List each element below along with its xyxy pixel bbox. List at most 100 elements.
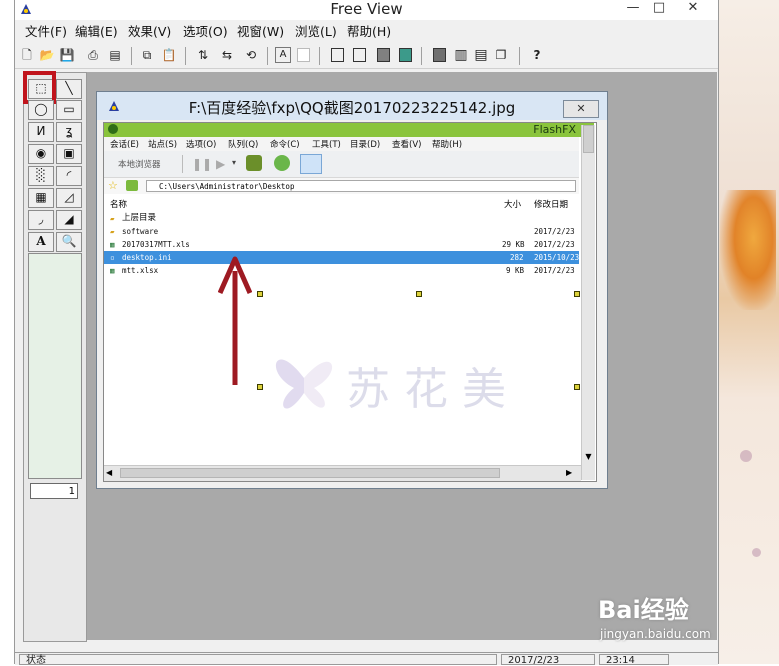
scroll-right-arrow-icon[interactable]: ▶ [566,467,576,479]
ffx-menu-item: 目录(D) [350,140,381,150]
status-bar: 状态 2017/2/23 23:14 [15,652,718,666]
selection-handle[interactable] [416,291,422,297]
flip-vertical-icon[interactable]: ⇅ [195,47,211,63]
flip-horizontal-icon[interactable]: ⇆ [219,47,235,63]
save-icon[interactable]: 💾 [59,47,75,63]
toolbar-separator [519,47,520,65]
menu-edit[interactable]: 编辑(E) [75,24,118,40]
spray-icon[interactable]: ░ [28,166,54,186]
title-bar[interactable]: Free View — □ ✕ [15,0,718,20]
ffx-file-row: ▰ 上层目录 [104,212,579,225]
document-title: F:\百度经验\fxp\QQ截图20170223225142.jpg [188,99,516,117]
maximize-button[interactable]: □ [647,0,671,18]
ellipse-icon[interactable]: ◯ [28,100,54,120]
ffx-file-row-selected: ▫ desktop.ini 282 2015/10/23 [104,251,579,264]
document-title-bar[interactable]: F:\百度经验\fxp\QQ截图20170223225142.jpg ✕ [97,92,607,120]
square-icon[interactable] [331,48,344,62]
rows-icon[interactable]: ▤ [473,47,489,63]
ffx-file-date: 2017/2/23 [534,240,575,249]
close-button[interactable]: ✕ [673,0,713,18]
properties-icon[interactable]: ▤ [107,47,123,63]
menu-file[interactable]: 文件(F) [25,24,67,40]
triangle-icon[interactable]: ◢ [56,210,82,230]
menu-options[interactable]: 选项(O) [183,24,228,40]
teal-square-icon[interactable] [399,48,412,62]
embedded-screenshot-image: FlashFX 会话(E) 站点(S) 选项(O) 队列(Q) 命令(C) 工具… [103,122,597,482]
ffx-menu-item: 站点(S) [148,140,178,150]
selection-handle[interactable] [257,291,263,297]
selection-handle[interactable] [574,291,580,297]
tool-palette: ⬚ ╲ ◯ ▭ И ʓ ◉ ▣ ░ ◜ ▦ ◿ ◞ ◢ A 🔍 1 [23,71,87,642]
text-icon[interactable]: A [275,47,291,63]
minimize-button[interactable]: — [621,0,645,18]
dark-square-icon[interactable] [433,48,446,62]
horizontal-scroll-thumb[interactable] [120,468,500,478]
page-number-field[interactable]: 1 [30,483,78,499]
horizontal-scrollbar[interactable]: ◀ ▶ [104,465,581,481]
ffx-folder-up-icon [126,180,138,191]
wallpaper-dot [752,548,761,557]
ffx-col-modified: 修改日期 [534,200,569,210]
zoom-icon[interactable]: 🔍 [56,232,82,252]
polygon-icon[interactable]: ◿ [56,188,82,208]
text-tool-icon[interactable]: A [28,232,54,252]
rotate-icon[interactable]: ⟲ [243,47,259,63]
gradient-icon[interactable]: ▦ [28,188,54,208]
selection-handle[interactable] [257,384,263,390]
baidu-watermark: Bai经验 [598,596,689,624]
butterfly-watermark [275,359,333,409]
white-box-icon[interactable] [297,48,310,62]
print-icon[interactable]: ⎙ [85,47,101,63]
menu-effects[interactable]: 效果(V) [128,24,171,40]
curve-icon[interactable]: ◞ [28,210,54,230]
status-date: 2017/2/23 [501,654,595,666]
ffx-connect-icon [246,155,262,171]
open-icon[interactable]: 📂 [39,47,55,63]
polyline-icon[interactable]: И [28,122,54,142]
ffx-file-size: 29 KB [502,240,525,249]
menu-browse[interactable]: 浏览(L) [295,24,337,40]
flashfxp-titlebar: FlashFX [104,123,594,137]
ffx-file-row: ▦ mtt.xlsx 9 KB 2017/2/23 [104,264,579,277]
goldfish-decoration [720,190,776,310]
flashfxp-brand: FlashFX [533,123,576,136]
wallpaper-dot [740,450,752,462]
scroll-left-arrow-icon[interactable]: ◀ [106,467,116,479]
menu-help[interactable]: 帮助(H) [347,24,391,40]
gray-square-icon[interactable] [377,48,390,62]
document-close-button[interactable]: ✕ [563,100,599,118]
ffx-menu-item: 查看(V) [392,140,422,150]
flashfxp-menu: 会话(E) 站点(S) 选项(O) 队列(Q) 命令(C) 工具(T) 目录(D… [104,137,579,151]
toolbar-separator [421,47,422,65]
help-icon[interactable]: ? [529,47,545,63]
ffx-file-row: ▰ software 2017/2/23 [104,225,579,238]
ffx-menu-item: 会话(E) [110,140,140,150]
red-arrow-annotation [218,256,252,385]
tile-icon[interactable]: ❐ [493,47,509,63]
copy-icon[interactable]: ⧉ [139,47,155,63]
ffx-file-name: 上层目录 [122,213,157,223]
ffx-file-name: mtt.xlsx [122,266,159,275]
desktop-wallpaper [717,0,779,664]
filled-rect-icon[interactable]: ▣ [56,144,82,164]
ffx-file-name: 20170317MTT.xls [122,240,190,249]
paste-icon[interactable]: 📋 [161,47,177,63]
color-palette[interactable] [28,253,82,479]
menu-window[interactable]: 视窗(W) [237,24,284,40]
ffx-address-field: C:\Users\Administrator\Desktop [146,180,576,192]
image-document-window: F:\百度经验\fxp\QQ截图20170223225142.jpg ✕ Fla… [96,91,608,489]
line-icon[interactable]: ╲ [56,79,82,99]
scroll-down-arrow-icon[interactable]: ▼ [582,450,595,464]
columns-icon[interactable]: ▥ [453,47,469,63]
window-title: Free View [330,0,403,18]
freehand-icon[interactable]: ʓ [56,122,82,142]
selection-handle[interactable] [574,384,580,390]
square-outline-icon[interactable] [353,48,366,62]
rectangle-icon[interactable]: ▭ [56,100,82,120]
ffx-col-name: 名称 [110,200,128,210]
vertical-scrollbar[interactable]: ▼ [581,125,595,480]
vertical-scroll-thumb[interactable] [583,125,594,153]
new-icon[interactable]: 🗋 [19,47,35,63]
arc-icon[interactable]: ◜ [56,166,82,186]
filled-ellipse-icon[interactable]: ◉ [28,144,54,164]
